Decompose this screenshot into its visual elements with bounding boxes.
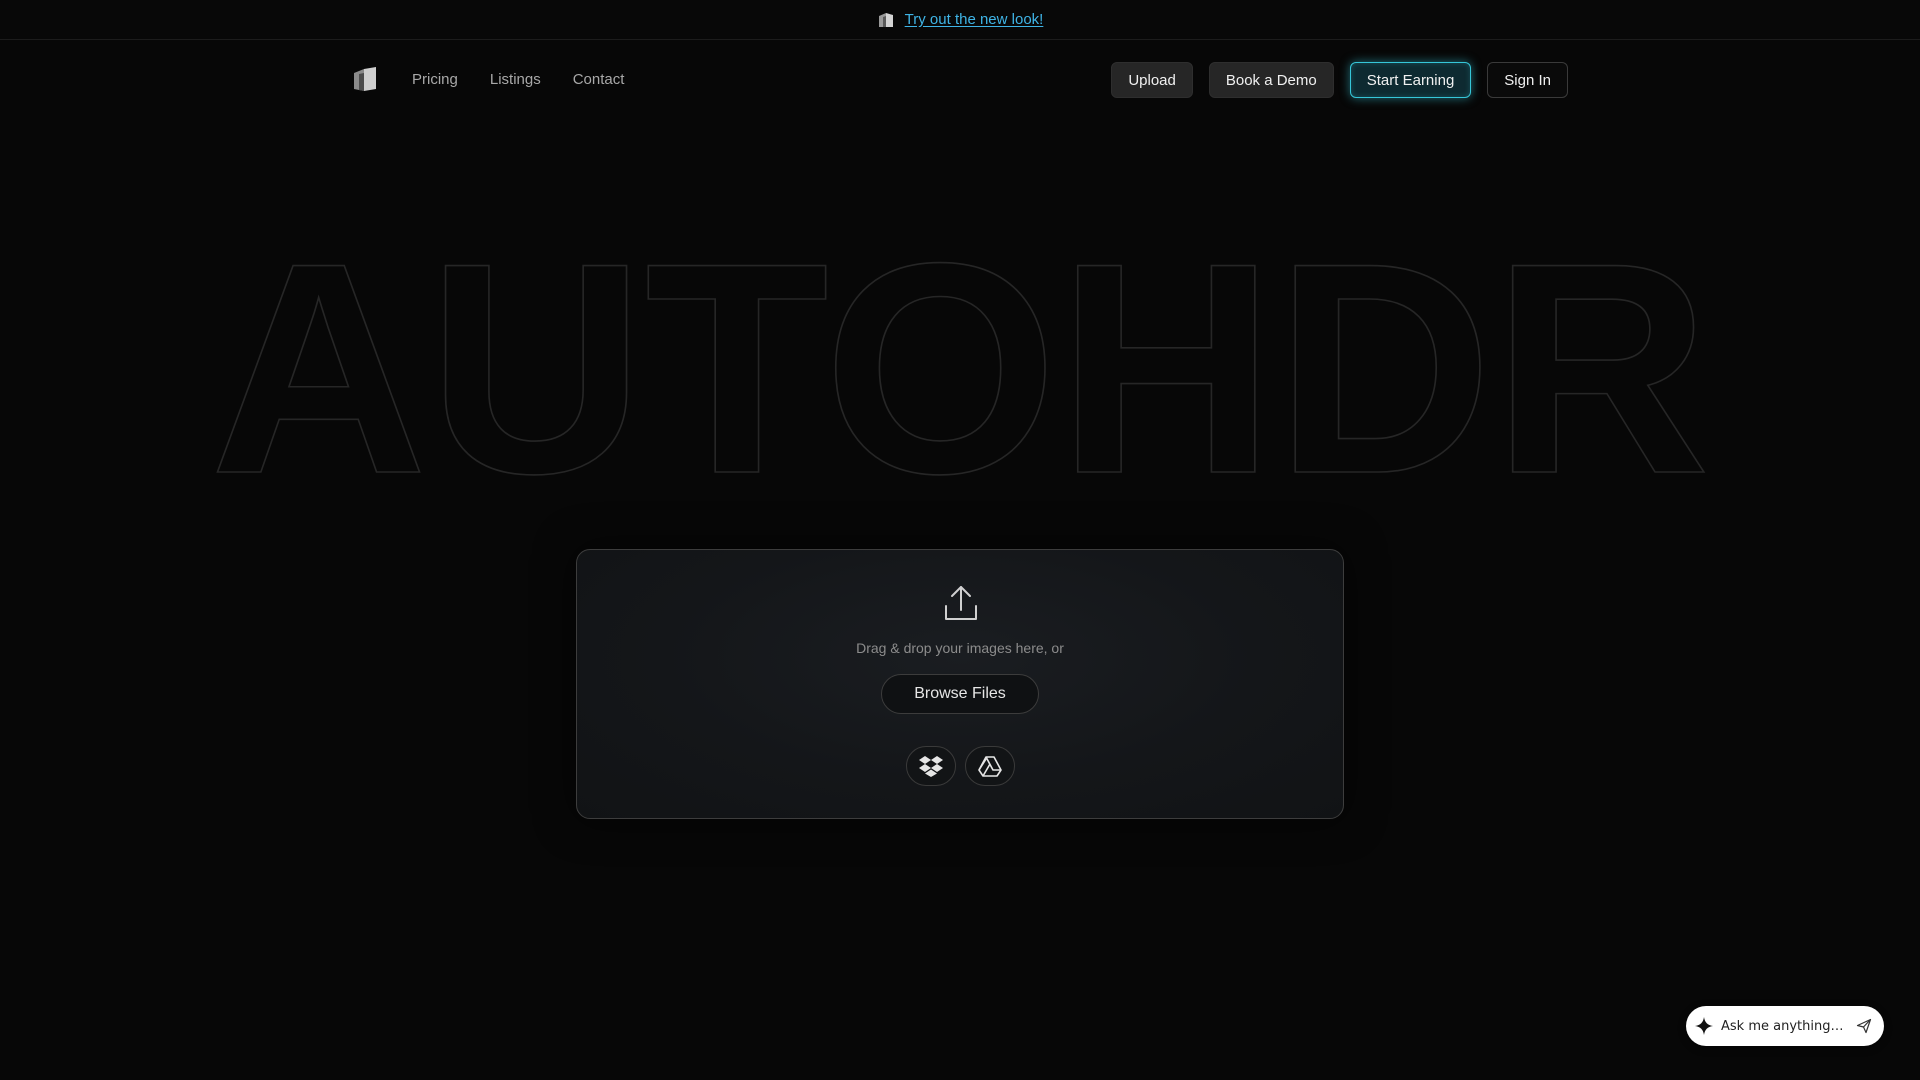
browse-files-button[interactable]: Browse Files [881, 674, 1039, 714]
google-drive-icon [978, 756, 1002, 777]
autohdr-logo-icon [878, 12, 893, 27]
upload-icon [945, 586, 977, 620]
new-look-link[interactable]: Try out the new look! [905, 11, 1044, 28]
nav-link-listings[interactable]: Listings [490, 71, 541, 88]
book-demo-button[interactable]: Book a Demo [1208, 62, 1334, 98]
start-earning-button[interactable]: Start Earning [1349, 62, 1472, 98]
upload-dropzone[interactable]: Drag & drop your images here, or Browse … [576, 549, 1344, 819]
announcement-bar: Try out the new look! [0, 0, 1920, 40]
hero-wordmark-text: AUTOHDR [210, 220, 1710, 500]
nav-actions: Upload Book a Demo Start Earning Sign In [1111, 62, 1568, 98]
google-drive-button[interactable] [965, 746, 1015, 786]
nav-link-pricing[interactable]: Pricing [412, 71, 458, 88]
upload-button[interactable]: Upload [1111, 62, 1193, 98]
upload-prompt: Drag & drop your images here, or [856, 640, 1064, 656]
dropbox-button[interactable] [906, 746, 956, 786]
chat-widget[interactable]: Ask me anything… [1686, 1006, 1884, 1046]
chat-input[interactable]: Ask me anything… [1721, 1019, 1856, 1034]
nav-links: Pricing Listings Contact [412, 71, 624, 88]
sign-in-button[interactable]: Sign In [1487, 62, 1568, 98]
sparkle-icon [1695, 1017, 1713, 1035]
nav-link-contact[interactable]: Contact [573, 71, 625, 88]
hero-wordmark: AUTOHDR [209, 220, 1711, 500]
navbar: Pricing Listings Contact Upload Book a D… [0, 40, 1920, 120]
send-icon[interactable] [1856, 1018, 1872, 1034]
dropbox-icon [919, 756, 943, 777]
brand-logo-icon[interactable] [352, 65, 378, 93]
